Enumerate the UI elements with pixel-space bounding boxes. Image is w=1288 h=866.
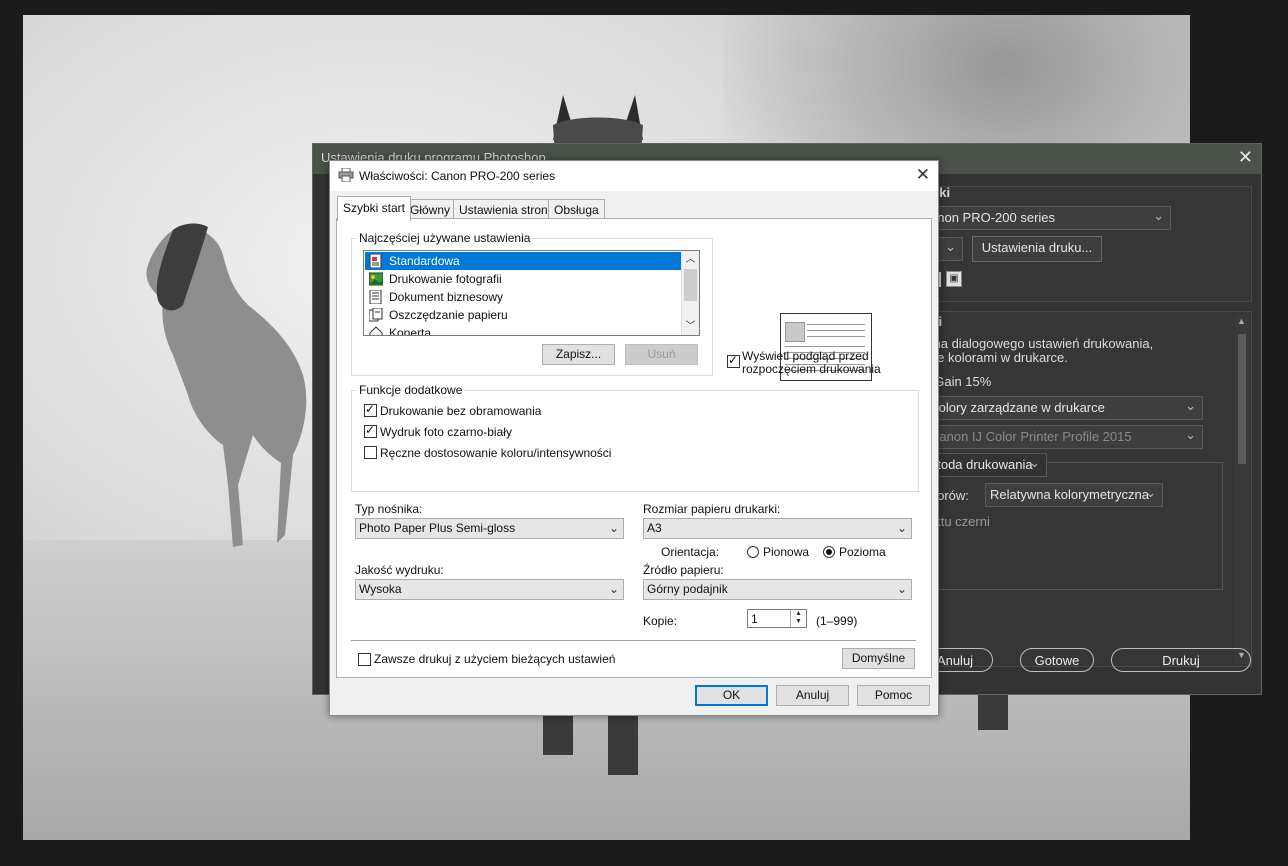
paper-size-label: Rozmiar papieru drukarki: bbox=[643, 502, 781, 516]
ps-method-select[interactable]: etoda drukowania bbox=[925, 452, 1047, 477]
ps-print-button[interactable]: Drukuj bbox=[1111, 648, 1251, 672]
scroll-down-icon[interactable]: ﹀ bbox=[682, 318, 699, 335]
media-type-select[interactable]: Photo Paper Plus Semi-gloss ⌄ bbox=[355, 518, 624, 539]
quality-label: Jakość wydruku: bbox=[355, 563, 444, 577]
scroll-up-icon[interactable]: ︿ bbox=[682, 251, 699, 268]
list-item-business-doc[interactable]: Dokument biznesowy bbox=[365, 288, 503, 306]
ps-printer-select[interactable]: anon PRO-200 series bbox=[925, 205, 1171, 230]
media-type-label: Typ nośnika: bbox=[355, 502, 423, 516]
divider bbox=[351, 640, 916, 641]
grayscale-checkbox[interactable] bbox=[364, 423, 377, 438]
chevron-down-icon: ⌄ bbox=[896, 521, 907, 535]
presets-group-label: Najczęściej używane ustawienia bbox=[357, 231, 533, 245]
manual-color-label: Ręczne dostosowanie koloru/intensywności bbox=[380, 446, 612, 460]
envelope-icon bbox=[369, 326, 383, 335]
quality-select[interactable]: Wysoka ⌄ bbox=[355, 579, 624, 600]
printer-properties-dialog: Właściwości: Canon PRO-200 series ✕ Szyb… bbox=[329, 160, 939, 716]
close-icon[interactable]: ✕ bbox=[916, 165, 930, 185]
borderless-checkbox[interactable] bbox=[364, 402, 377, 417]
save-button[interactable]: Zapisz... bbox=[542, 344, 615, 365]
copies-spin-buttons[interactable]: ▲ ▼ bbox=[790, 610, 806, 627]
paper-source-label: Źródło papieru: bbox=[643, 563, 724, 577]
preview-image-icon bbox=[785, 322, 805, 342]
ps-color-text-2: nie kolorami w drukarce. bbox=[927, 350, 1068, 365]
quick-start-panel: Najczęściej używane ustawienia Standardo… bbox=[336, 218, 932, 678]
delete-button[interactable]: Usuń bbox=[625, 344, 698, 365]
paper-size-select[interactable]: A3 ⌄ bbox=[643, 518, 912, 539]
dialog-titlebar: Właściwości: Canon PRO-200 series ✕ bbox=[330, 161, 938, 191]
borderless-label: Drukowanie bez obramowania bbox=[380, 404, 542, 418]
list-item-paper-saving[interactable]: Oszczędzanie papieru bbox=[365, 306, 508, 324]
printer-icon bbox=[338, 168, 354, 182]
copies-range: (1–999) bbox=[816, 614, 858, 628]
copies-value: 1 bbox=[751, 612, 758, 626]
tab-quick-start[interactable]: Szybki start bbox=[337, 196, 412, 221]
ps-scroll-up-icon[interactable]: ▲ bbox=[1237, 316, 1246, 326]
show-preview-label-2: rozpoczęciem drukowania bbox=[742, 362, 881, 376]
copies-stepper[interactable]: 1 ▲ ▼ bbox=[747, 609, 807, 628]
manual-color-checkbox[interactable] bbox=[364, 446, 377, 459]
business-doc-icon bbox=[369, 290, 382, 304]
media-type-value: Photo Paper Plus Semi-gloss bbox=[359, 521, 516, 535]
landscape-label: Pozioma bbox=[839, 545, 886, 559]
defaults-button[interactable]: Domyślne bbox=[842, 648, 915, 669]
presets-scrollbar[interactable]: ︿ ﹀ bbox=[681, 251, 699, 335]
quality-value: Wysoka bbox=[359, 582, 402, 596]
ps-done-button[interactable]: Gotowe bbox=[1020, 648, 1094, 672]
landscape-radio[interactable] bbox=[823, 546, 835, 558]
paper-size-value: A3 bbox=[647, 521, 662, 535]
chevron-down-icon: ⌄ bbox=[608, 521, 619, 535]
show-preview-label-1: Wyświetl podgląd przed bbox=[742, 349, 869, 363]
list-item-standard[interactable]: Standardowa bbox=[365, 252, 699, 270]
spin-down-icon[interactable]: ▼ bbox=[791, 618, 806, 626]
ps-render-select[interactable]: Relatywna kolorymetryczna bbox=[985, 482, 1163, 507]
show-preview-checkbox[interactable] bbox=[727, 353, 740, 368]
cancel-button[interactable]: Anuluj bbox=[776, 685, 849, 706]
list-item-envelope[interactable]: Koperta bbox=[365, 324, 432, 336]
chevron-down-icon: ⌄ bbox=[608, 582, 619, 596]
ps-print-settings-button[interactable]: Ustawienia druku... bbox=[972, 236, 1102, 262]
tab-page-setup[interactable]: Ustawienia strony bbox=[453, 199, 560, 220]
ps-color-handling-select[interactable]: Kolory zarządzane w drukarce bbox=[925, 395, 1203, 420]
paper-source-value: Górny podajnik bbox=[647, 582, 728, 596]
dialog-title: Właściwości: Canon PRO-200 series bbox=[359, 169, 556, 183]
orientation-label: Orientacja: bbox=[661, 545, 720, 559]
help-button[interactable]: Pomoc bbox=[857, 685, 930, 706]
paper-saving-icon bbox=[369, 308, 383, 322]
ps-profile-select[interactable]: Canon IJ Color Printer Profile 2015 bbox=[925, 424, 1203, 449]
ps-close-icon[interactable]: ✕ bbox=[1238, 147, 1253, 168]
portrait-radio[interactable] bbox=[747, 546, 759, 558]
ps-scrollbar[interactable] bbox=[1235, 314, 1249, 664]
ps-color-text-1: kna dialogowego ustawień drukowania, bbox=[927, 336, 1154, 351]
preset-label: Drukowanie fotografii bbox=[389, 272, 502, 286]
spin-up-icon[interactable]: ▲ bbox=[791, 610, 806, 618]
photo-print-icon bbox=[369, 272, 383, 286]
portrait-label: Pionowa bbox=[763, 545, 810, 559]
ps-layout-landscape-icon[interactable]: ▣ bbox=[946, 271, 962, 287]
copies-label: Kopie: bbox=[643, 614, 678, 628]
preset-label: Standardowa bbox=[389, 254, 460, 268]
grayscale-label: Wydruk foto czarno-biały bbox=[380, 425, 512, 439]
preset-label: Dokument biznesowy bbox=[389, 290, 504, 304]
scroll-thumb[interactable] bbox=[684, 269, 697, 301]
tab-main[interactable]: Główny bbox=[404, 199, 457, 220]
extra-functions-label: Funkcje dodatkowe bbox=[357, 383, 465, 397]
paper-source-select[interactable]: Górny podajnik ⌄ bbox=[643, 579, 912, 600]
always-print-checkbox[interactable] bbox=[358, 653, 371, 666]
preset-label: Koperta bbox=[389, 326, 432, 336]
standard-doc-icon bbox=[369, 254, 382, 268]
tab-maintenance[interactable]: Obsługa bbox=[548, 199, 605, 220]
list-item-photo-print[interactable]: Drukowanie fotografii bbox=[365, 270, 502, 288]
presets-list[interactable]: Standardowa Drukowanie fotografii Dokume… bbox=[363, 250, 700, 336]
preset-label: Oszczędzanie papieru bbox=[389, 308, 508, 322]
always-print-label: Zawsze drukuj z użyciem bieżących ustawi… bbox=[374, 652, 616, 666]
ok-button[interactable]: OK bbox=[695, 685, 768, 706]
chevron-down-icon: ⌄ bbox=[896, 582, 907, 596]
